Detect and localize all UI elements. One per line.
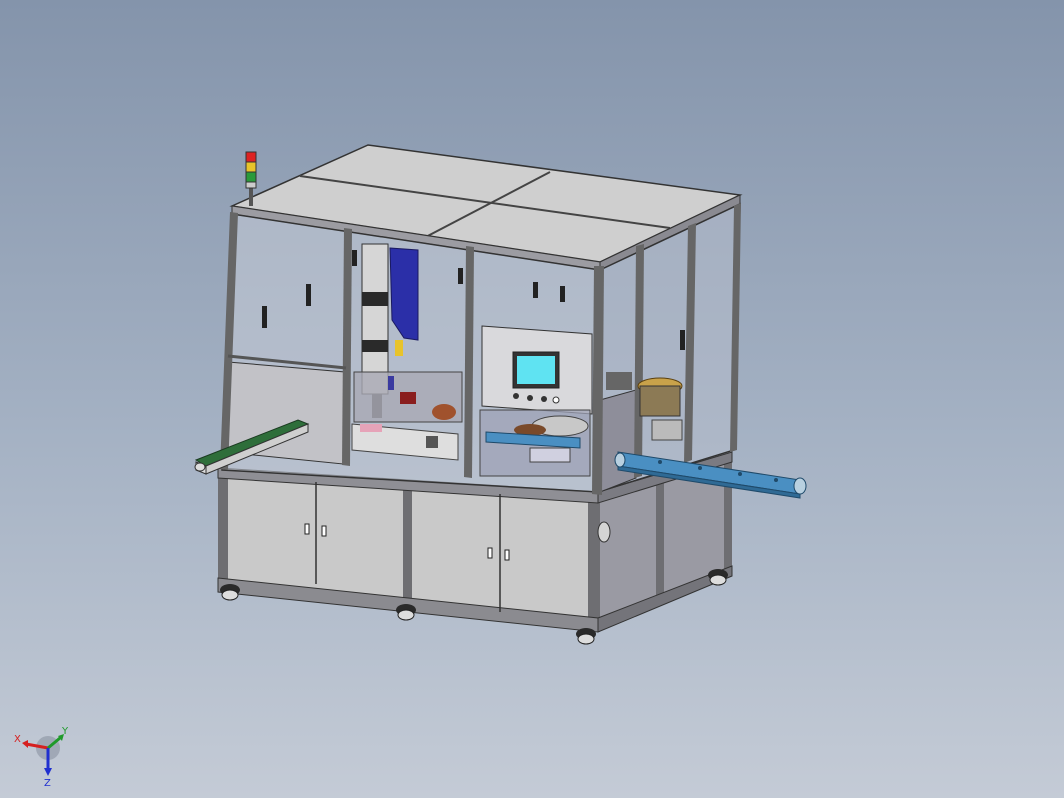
control-button [527, 395, 533, 401]
work-station-left [351, 371, 463, 461]
hmi-touch-screen [517, 356, 555, 384]
machine-model[interactable] [0, 0, 1064, 798]
control-button [552, 396, 560, 404]
coordinate-triad: X Y Z [14, 726, 69, 788]
cad-viewport[interactable]: X Y Z [0, 0, 1064, 798]
x-axis-label: X [14, 734, 21, 745]
control-button [513, 393, 519, 399]
z-axis-label: Z [44, 778, 51, 788]
control-button [541, 396, 547, 402]
control-panel [481, 325, 593, 415]
y-axis-label: Y [61, 726, 69, 737]
